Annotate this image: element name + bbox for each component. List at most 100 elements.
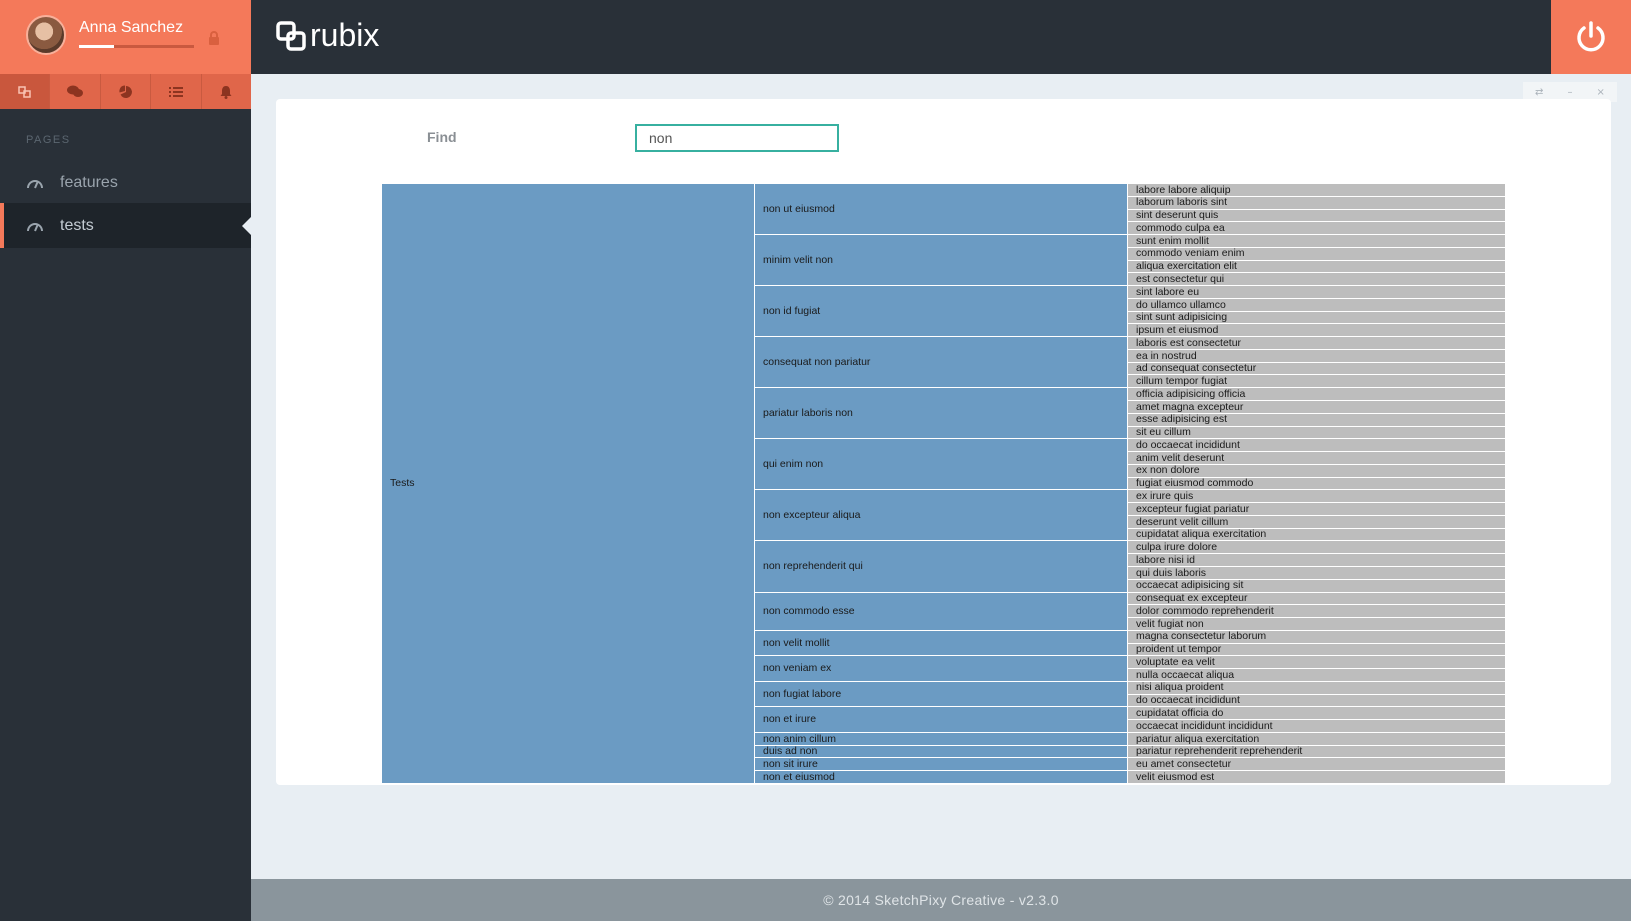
tree-leaf[interactable]: laborum laboris sint (1128, 196, 1505, 210)
tree-leaf[interactable]: cupidatat aliqua exercitation (1128, 528, 1505, 542)
sidebar-item-tests[interactable]: tests (0, 203, 251, 248)
tree-leaf[interactable]: do occaecat incididunt (1128, 694, 1505, 708)
tree-leaf[interactable]: laboris est consectetur (1128, 337, 1505, 350)
tree-node[interactable]: pariatur laboris non (755, 388, 1128, 440)
tree-leaf[interactable]: anim velit deserunt (1128, 452, 1505, 465)
footer: © 2014 SketchPixy Creative - v2.3.0 (251, 879, 1631, 921)
partition-tree: Tests non ut eiusmod minim velit non non i… (382, 184, 1505, 784)
tree-leaf[interactable]: magna consectetur laborum (1128, 630, 1505, 644)
tree-node[interactable]: non commodo esse (755, 592, 1128, 631)
tree-leaf[interactable]: ipsum et eiusmod (1128, 324, 1505, 338)
sidebar: Anna Sanchez PAGES features tests (0, 0, 251, 921)
tree-leaf[interactable]: occaecat incididunt incididunt (1128, 720, 1505, 733)
tree-node[interactable]: non veniam ex (755, 656, 1128, 682)
brand-logo[interactable]: rubix (276, 17, 379, 54)
tree-leaf[interactable]: sunt enim mollit (1128, 235, 1505, 248)
panel-toggle-icon[interactable]: ⇄ (1535, 87, 1543, 98)
tree-leaf[interactable]: eu amet consectetur (1128, 758, 1505, 772)
tree-node[interactable]: consequat non pariatur (755, 337, 1128, 389)
sidebar-icon-tabs (0, 74, 251, 109)
user-progress-bar (79, 45, 194, 48)
tree-leaf[interactable]: deserunt velit cillum (1128, 515, 1505, 529)
tree-leaf[interactable]: occaecat adipisicing sit (1128, 579, 1505, 593)
tree-leaf[interactable]: dolor commodo reprehenderit (1128, 605, 1505, 619)
tree-leaf[interactable]: do occaecat incididunt (1128, 439, 1505, 453)
tree-leaf[interactable]: pariatur reprehenderit reprehenderit (1128, 745, 1505, 759)
tree-leaf[interactable]: ex irure quis (1128, 490, 1505, 504)
tree-node[interactable]: non id fugiat (755, 286, 1128, 338)
sidebar-item-label: features (60, 173, 118, 191)
tree-leaf[interactable]: sint deserunt quis (1128, 209, 1505, 223)
user-progress-fill (79, 45, 114, 48)
rubix-logo-icon (276, 20, 306, 51)
tree-leaf[interactable]: pariatur aliqua exercitation (1128, 732, 1505, 746)
user-name[interactable]: Anna Sanchez (79, 19, 183, 37)
tree-node[interactable]: non reprehenderit qui (755, 541, 1128, 593)
list-icon[interactable] (151, 74, 202, 109)
tree-leaf[interactable]: velit eiusmod est (1128, 771, 1505, 784)
comments-icon[interactable] (50, 74, 101, 109)
tree-level-3: labore labore aliquip laborum laboris sin… (1128, 184, 1505, 784)
tree-leaf[interactable]: cupidatat officia do (1128, 707, 1505, 721)
tree-leaf[interactable]: fugiat eiusmod commodo (1128, 477, 1505, 491)
lock-icon[interactable] (208, 31, 220, 45)
tree-leaf[interactable]: ea in nostrud (1128, 349, 1505, 363)
tree-node[interactable]: non et irure (755, 707, 1128, 733)
tree-leaf[interactable]: velit fugiat non (1128, 618, 1505, 631)
tree-leaf[interactable]: esse adipisicing est (1128, 413, 1505, 427)
tree-node[interactable]: non fugiat labore (755, 681, 1128, 708)
avatar[interactable] (26, 15, 66, 55)
tree-leaf[interactable]: proident ut tempor (1128, 643, 1505, 657)
tree-node[interactable]: non velit mollit (755, 630, 1128, 657)
tree-leaf[interactable]: consequat ex excepteur (1128, 592, 1505, 606)
tree-leaf[interactable]: labore nisi id (1128, 554, 1505, 567)
tree-leaf[interactable]: culpa irure dolore (1128, 541, 1505, 555)
tree-node-root[interactable]: Tests (382, 184, 755, 784)
pages-section-label: PAGES (26, 134, 71, 146)
tree-node[interactable]: non et eiusmod (755, 771, 1128, 784)
tree-leaf[interactable]: sint sunt adipisicing (1128, 311, 1505, 325)
tree-leaf[interactable]: voluptate ea velit (1128, 656, 1505, 670)
tree-leaf[interactable]: commodo veniam enim (1128, 247, 1505, 261)
tree-leaf[interactable]: aliqua exercitation elit (1128, 260, 1505, 274)
main-panel: Find Tests non ut eiusmodminim velit non… (276, 99, 1611, 785)
tree-leaf[interactable]: officia adipisicing officia (1128, 388, 1505, 402)
tree-leaf[interactable]: ad consequat consectetur (1128, 362, 1505, 376)
tree-node[interactable]: non ut eiusmod (755, 184, 1128, 236)
find-label: Find (427, 129, 457, 145)
tree-level-2: non ut eiusmod minim velit non non id fugi… (755, 184, 1128, 784)
power-icon (1577, 21, 1605, 52)
tree-leaf[interactable]: amet magna excepteur (1128, 401, 1505, 414)
dashboard-gauge-icon (27, 222, 43, 231)
tree-level-1: Tests (382, 184, 755, 784)
tree-leaf[interactable]: commodo culpa ea (1128, 222, 1505, 236)
tree-leaf[interactable]: do ullamco ullamco (1128, 298, 1505, 312)
tree-leaf[interactable]: sit eu cillum (1128, 426, 1505, 440)
tree-leaf[interactable]: qui duis laboris (1128, 566, 1505, 580)
sitemap-icon[interactable] (0, 74, 51, 109)
tree-node[interactable]: non anim cillum (755, 732, 1128, 746)
tree-node[interactable]: non sit irure (755, 758, 1128, 772)
sidebar-item-features[interactable]: features (0, 160, 251, 205)
tree-leaf[interactable]: cillum tempor fugiat (1128, 375, 1505, 389)
bell-icon[interactable] (202, 74, 251, 109)
find-input[interactable] (635, 124, 839, 152)
tree-node[interactable]: qui enim non (755, 439, 1128, 491)
tree-leaf[interactable]: sint labore eu (1128, 286, 1505, 299)
tree-leaf[interactable]: nisi aliqua proident (1128, 681, 1505, 695)
power-button[interactable] (1551, 0, 1631, 74)
tree-leaf[interactable]: est consectetur qui (1128, 273, 1505, 287)
tree-node[interactable]: duis ad non (755, 745, 1128, 759)
tree-leaf[interactable]: nulla occaecat aliqua (1128, 669, 1505, 682)
pie-chart-icon[interactable] (101, 74, 152, 109)
panel-close-icon[interactable]: × (1597, 87, 1605, 98)
panel-minimize-icon[interactable]: – (1567, 87, 1572, 98)
top-bar: rubix (251, 0, 1631, 74)
tree-node[interactable]: non excepteur aliqua (755, 490, 1128, 542)
brand-name: rubix (310, 17, 380, 53)
tree-leaf[interactable]: ex non dolore (1128, 464, 1505, 478)
sidebar-item-label: tests (60, 216, 94, 234)
tree-node[interactable]: minim velit non (755, 235, 1128, 287)
tree-leaf[interactable]: excepteur fugiat pariatur (1128, 503, 1505, 516)
tree-leaf[interactable]: labore labore aliquip (1128, 184, 1505, 197)
